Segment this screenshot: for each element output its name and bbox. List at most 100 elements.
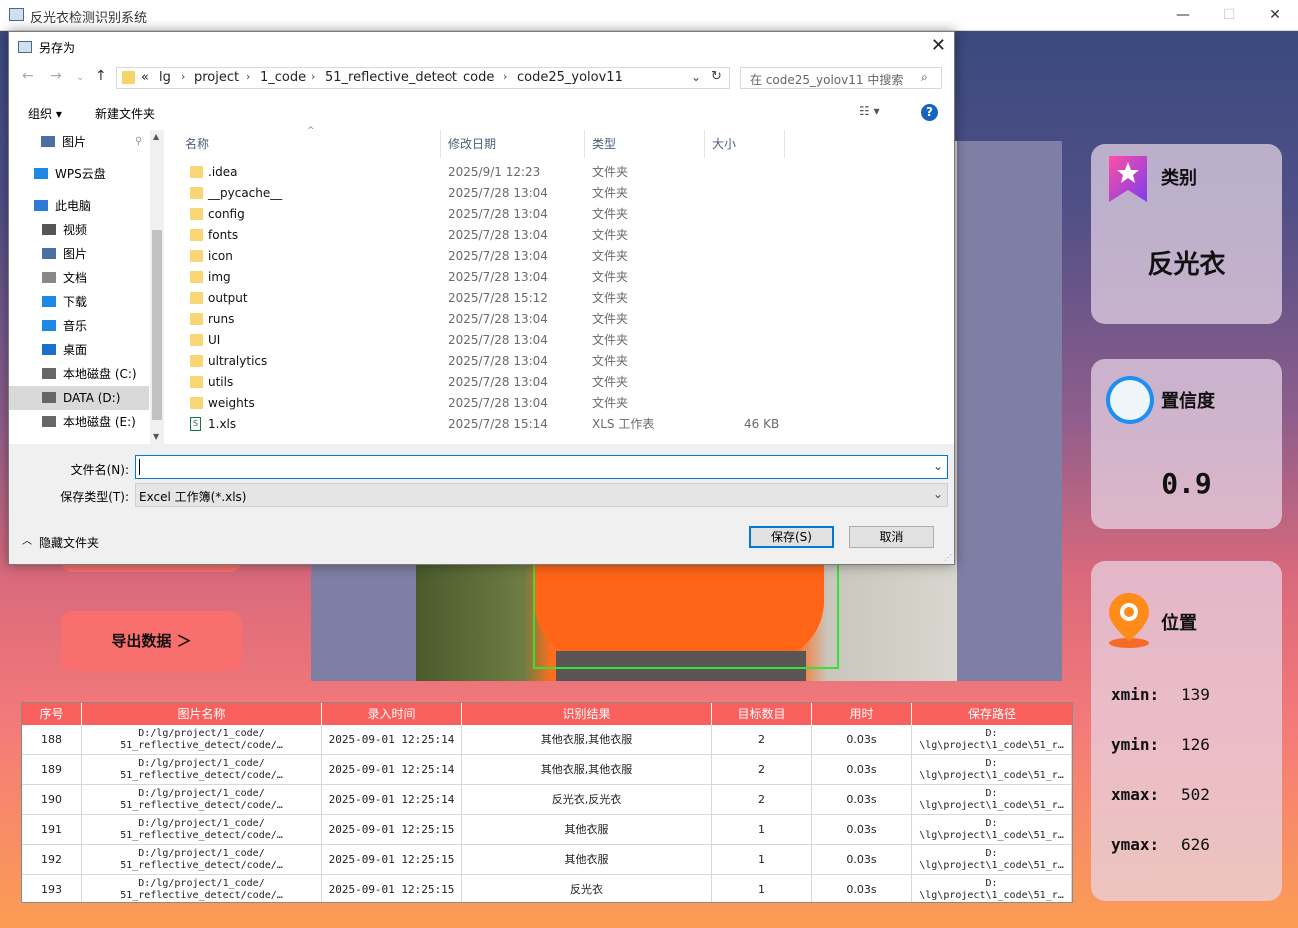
breadcrumb-code[interactable]: code (463, 70, 494, 85)
nav-item[interactable]: 下载 (9, 290, 149, 314)
scroll-up-icon[interactable]: ▲ (153, 132, 159, 141)
nav-item[interactable]: 本地磁盘 (C:) (9, 362, 149, 386)
table-row[interactable]: 190 D:/lg/project/1_code/51_reflective_de… (22, 785, 1072, 815)
header-path[interactable]: 保存路径 (912, 703, 1072, 725)
table-row[interactable]: 193 D:/lg/project/1_code/51_reflective_de… (22, 875, 1072, 902)
navigation-pane: 图片 ⚲ WPS云盘此电脑 视频图片文档 下载 音乐 桌面 本地磁盘 (C:) DATA (D:… (9, 130, 164, 444)
file-row[interactable]: fonts 2025/7/28 13:04 文件夹 (167, 225, 954, 246)
header-result[interactable]: 识别结果 (462, 703, 712, 725)
category-value: 反光衣 (1147, 250, 1226, 280)
column-size[interactable]: 大小 (705, 130, 785, 158)
breadcrumb-separator-icon[interactable]: › (246, 70, 250, 83)
cell-image-name-line1: D:/lg/project/1_code/ (138, 728, 265, 739)
hide-folders-toggle[interactable]: 隐藏文件夹 (39, 534, 99, 551)
nav-item[interactable]: WPS云盘 (9, 162, 149, 186)
nav-scrollbar[interactable]: ▲ ▼ (150, 130, 164, 444)
refresh-icon[interactable]: ↻ (711, 69, 722, 84)
music-icon (42, 320, 56, 331)
header-duration[interactable]: 用时 (812, 703, 912, 725)
file-row[interactable]: config 2025/7/28 13:04 文件夹 (167, 204, 954, 225)
cell-result: 其他衣服,其他衣服 (462, 755, 712, 785)
save-button[interactable]: 保存(S) (749, 526, 834, 548)
breadcrumb-separator-icon[interactable]: › (617, 70, 621, 83)
breadcrumb-code25-yolov11[interactable]: code25_yolov11 (517, 70, 623, 85)
breadcrumb-project[interactable]: project (194, 70, 239, 85)
header-image-name[interactable]: 图片名称 (82, 703, 322, 725)
table-row[interactable]: 191 D:/lg/project/1_code/51_reflective_de… (22, 815, 1072, 845)
breadcrumb-lg[interactable]: lg (159, 70, 171, 85)
dialog-close-button[interactable]: ✕ (931, 35, 946, 56)
table-row[interactable]: 189 D:/lg/project/1_code/51_reflective_de… (22, 755, 1072, 785)
column-type[interactable]: 类型 (585, 130, 705, 158)
breadcrumb-overflow[interactable]: « (141, 70, 149, 85)
confidence-circle-icon (1106, 376, 1154, 424)
nav-item[interactable]: 音乐 (9, 314, 149, 338)
view-options-icon[interactable]: ☷ ▾ (859, 104, 880, 118)
file-name: utils (208, 375, 234, 389)
maximize-button[interactable]: ☐ (1206, 0, 1252, 30)
filename-dropdown-icon[interactable]: ⌄ (933, 459, 943, 473)
column-name[interactable]: 名称 (167, 130, 441, 158)
organize-menu[interactable]: 组织 ▾ (28, 105, 62, 122)
file-row[interactable]: __pycache__ 2025/7/28 13:04 文件夹 (167, 183, 954, 204)
cell-image-name: D:/lg/project/1_code/51_reflective_detec… (82, 875, 322, 902)
nav-item[interactable]: 视频 (9, 218, 149, 242)
export-data-button[interactable]: 导出数据 ＞ (61, 611, 242, 671)
file-row[interactable]: output 2025/7/28 15:12 文件夹 (167, 288, 954, 309)
file-row[interactable]: UI 2025/7/28 13:04 文件夹 (167, 330, 954, 351)
resize-grip-icon[interactable]: ⋰ (944, 553, 952, 562)
chevron-up-icon[interactable]: ︿ (22, 532, 32, 547)
dialog-bottom-panel: 文件名(N): ⌄ 保存类型(T): Excel 工作簿(*.xls) ⌄ ︿ … (9, 444, 954, 564)
breadcrumb-separator-icon[interactable]: › (311, 70, 315, 83)
file-row[interactable]: img 2025/7/28 13:04 文件夹 (167, 267, 954, 288)
breadcrumb-1-code[interactable]: 1_code (260, 70, 306, 85)
breadcrumb-separator-icon[interactable]: › (181, 70, 185, 83)
breadcrumb-separator-icon[interactable]: › (503, 70, 507, 83)
nav-item[interactable]: 本地磁盘 (E:) (9, 410, 149, 434)
file-row[interactable]: icon 2025/7/28 13:04 文件夹 (167, 246, 954, 267)
column-date[interactable]: 修改日期 (441, 130, 585, 158)
new-folder-button[interactable]: 新建文件夹 (95, 105, 155, 122)
file-date: 2025/7/28 13:04 (448, 354, 548, 368)
header-index[interactable]: 序号 (22, 703, 82, 725)
nav-item[interactable]: 桌面 (9, 338, 149, 362)
nav-item[interactable]: 图片 ⚲ (9, 130, 149, 154)
search-box[interactable]: 在 code25_yolov11 中搜索 ⌕ (740, 67, 942, 89)
header-count[interactable]: 目标数目 (712, 703, 812, 725)
filetype-dropdown-icon[interactable]: ⌄ (933, 487, 943, 501)
filename-input[interactable]: ⌄ (135, 455, 948, 479)
file-row[interactable]: ultralytics 2025/7/28 13:04 文件夹 (167, 351, 954, 372)
file-row[interactable]: .idea 2025/9/1 12:23 文件夹 (167, 162, 954, 183)
file-row[interactable]: utils 2025/7/28 13:04 文件夹 (167, 372, 954, 393)
recent-dropdown-icon[interactable]: ⌄ (76, 72, 84, 83)
address-bar[interactable]: « lg › project › 1_code › 51_reflective_… (116, 67, 730, 89)
minimize-button[interactable]: — (1160, 0, 1206, 30)
nav-item[interactable]: 文档 (9, 266, 149, 290)
nav-item[interactable]: 此电脑 (9, 194, 149, 218)
table-row[interactable]: 192 D:/lg/project/1_code/51_reflective_de… (22, 845, 1072, 875)
cell-result: 其他衣服 (462, 845, 712, 875)
close-app-button[interactable]: ✕ (1252, 0, 1298, 30)
file-row[interactable]: weights 2025/7/28 13:04 文件夹 (167, 393, 954, 414)
up-arrow-icon[interactable]: ↑ (95, 68, 107, 84)
search-icon[interactable]: ⌕ (921, 70, 928, 85)
breadcrumb-51-reflective-detect[interactable]: 51_reflective_detect (325, 70, 457, 85)
back-arrow-icon[interactable]: ← (22, 68, 34, 84)
help-icon[interactable]: ? (921, 104, 938, 121)
nav-scrollbar-thumb[interactable] (152, 230, 162, 420)
forward-arrow-icon[interactable]: → (50, 68, 62, 84)
nav-item[interactable]: 图片 (9, 242, 149, 266)
file-row[interactable]: S 1.xls 2025/7/28 15:14 XLS 工作表 46 KB (167, 414, 954, 435)
file-row[interactable]: runs 2025/7/28 13:04 文件夹 (167, 309, 954, 330)
address-dropdown-icon[interactable]: ⌄ (691, 70, 701, 84)
nav-item-label: 图片 (63, 247, 88, 261)
filetype-select[interactable]: Excel 工作簿(*.xls) ⌄ (135, 483, 948, 507)
cell-image-name: D:/lg/project/1_code/51_reflective_detec… (82, 755, 322, 785)
pin-icon[interactable]: ⚲ (135, 130, 142, 154)
scroll-down-icon[interactable]: ▼ (153, 432, 159, 441)
table-row[interactable]: 188 D:/lg/project/1_code/51_reflective_de… (22, 725, 1072, 755)
header-time[interactable]: 录入时间 (322, 703, 462, 725)
cancel-button[interactable]: 取消 (849, 526, 934, 548)
nav-item[interactable]: DATA (D:) (9, 386, 149, 410)
breadcrumb-separator-icon[interactable]: › (449, 70, 453, 83)
